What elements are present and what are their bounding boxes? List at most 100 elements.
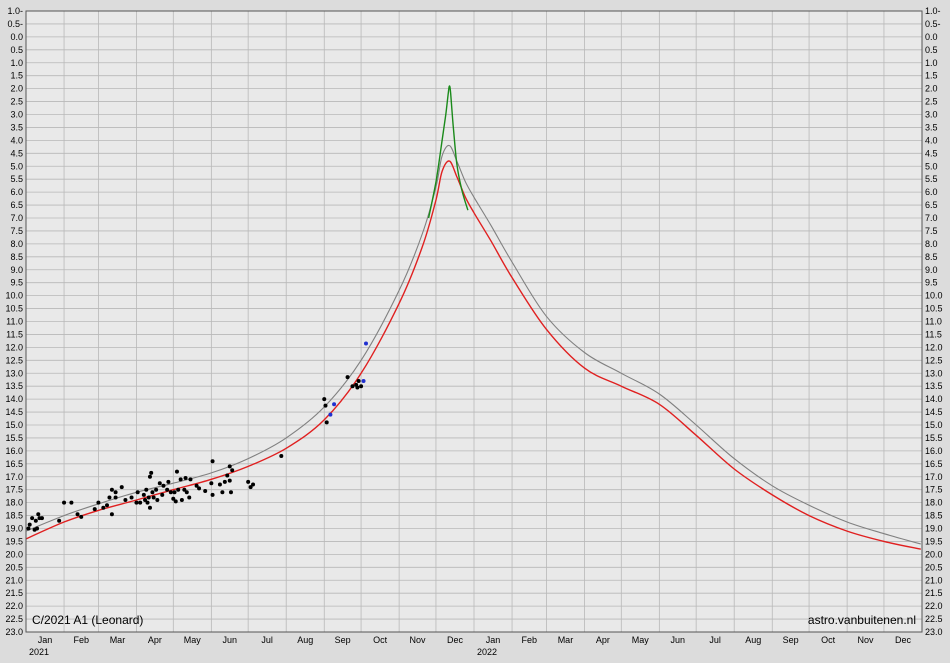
x-month-label: Mar — [558, 635, 574, 645]
y-tick-label-right: 3.0 — [925, 110, 938, 120]
y-tick-label-left: 18.0 — [5, 498, 23, 508]
x-year-label: 2022 — [477, 647, 497, 657]
y-tick-label-left: 8.5 — [10, 252, 23, 262]
x-month-label: Jun — [222, 635, 237, 645]
x-month-label: Dec — [447, 635, 464, 645]
x-month-label: Aug — [297, 635, 313, 645]
y-tick-label-left: 12.5 — [5, 355, 23, 365]
observation-point — [57, 518, 62, 523]
y-tick-label-left: 4.0 — [10, 135, 23, 145]
observation-point — [135, 490, 140, 495]
y-tick-label-right: 8.5 — [925, 252, 938, 262]
x-month-label: Jan — [38, 635, 53, 645]
y-tick-label-left: 0.0 — [10, 32, 23, 42]
observation-point — [166, 479, 171, 484]
y-tick-label-right: 0.5- — [925, 19, 941, 29]
y-tick-label-right: 0.0 — [925, 32, 938, 42]
observation-point — [138, 500, 143, 505]
observation-point — [188, 477, 193, 482]
y-tick-label-left: 8.0 — [10, 239, 23, 249]
x-month-label: Jan — [486, 635, 501, 645]
x-month-label: Sep — [783, 635, 799, 645]
y-tick-label-right: 9.5 — [925, 278, 938, 288]
y-tick-label-right: 10.0 — [925, 291, 943, 301]
y-tick-label-left: 21.0 — [5, 575, 23, 585]
x-month-label: Mar — [110, 635, 126, 645]
y-tick-label-left: 13.5 — [5, 381, 23, 391]
y-tick-label-left: 20.0 — [5, 549, 23, 559]
y-tick-label-right: 5.5 — [925, 174, 938, 184]
y-tick-label-left: 14.0 — [5, 394, 23, 404]
observation-point — [101, 505, 106, 510]
y-tick-label-left: 15.0 — [5, 420, 23, 430]
observation-point — [210, 459, 215, 464]
y-tick-label-left: 4.5 — [10, 148, 23, 158]
observation-point — [149, 470, 154, 475]
observation-point — [150, 490, 155, 495]
y-tick-label-left: 17.0 — [5, 472, 23, 482]
y-tick-label-left: 16.0 — [5, 446, 23, 456]
y-tick-label-right: 6.5 — [925, 200, 938, 210]
y-tick-label-left: 21.5 — [5, 588, 23, 598]
y-tick-label-left: 0.5 — [10, 45, 23, 55]
observation-point — [179, 498, 184, 503]
observation-point — [155, 498, 160, 503]
y-tick-label-left: 16.5 — [5, 459, 23, 469]
observation-point — [168, 490, 173, 495]
observation-point — [172, 490, 177, 495]
y-tick-label-left: 10.0 — [5, 291, 23, 301]
y-tick-label-right: 20.0 — [925, 549, 943, 559]
y-tick-label-right: 1.5 — [925, 71, 938, 81]
y-tick-label-right: 14.0 — [925, 394, 943, 404]
chart-root: 1.0- 1.0- 0.5- 0.5- 0.0 0.0 0.5 0.5 1.0 1.0 1.5 1.5… — [0, 0, 950, 658]
observation-point — [109, 512, 114, 517]
observation-point — [30, 516, 35, 521]
observation-point — [35, 526, 40, 531]
y-tick-label-right: 21.5 — [925, 588, 943, 598]
observation-point — [144, 487, 149, 492]
observation-point — [251, 482, 256, 487]
observation-point — [350, 384, 355, 389]
y-tick-label-left: 13.0 — [5, 368, 23, 378]
y-tick-label-left: 3.5 — [10, 122, 23, 132]
x-month-label: May — [184, 635, 202, 645]
x-month-label: May — [632, 635, 650, 645]
observation-point — [222, 479, 227, 484]
x-month-label: Sep — [335, 635, 351, 645]
y-tick-label-left: 1.5 — [10, 71, 23, 81]
x-month-label: Feb — [521, 635, 537, 645]
y-tick-label-right: 6.0 — [925, 187, 938, 197]
observation-point — [203, 488, 208, 493]
observation-point — [107, 495, 112, 500]
y-tick-label-right: 22.5 — [925, 614, 943, 624]
y-tick-label-right: 9.0 — [925, 265, 938, 275]
observation-point — [187, 495, 192, 500]
y-tick-label-left: 6.5 — [10, 200, 23, 210]
y-tick-label-left: 19.5 — [5, 536, 23, 546]
y-tick-label-right: 4.0 — [925, 135, 938, 145]
observation-point — [356, 379, 361, 384]
y-tick-label-left: 2.5 — [10, 97, 23, 107]
observation-point — [129, 495, 134, 500]
y-tick-label-left: 22.0 — [5, 601, 23, 611]
x-month-label: Apr — [596, 635, 610, 645]
observation-point — [39, 516, 44, 521]
chart-title: C/2021 A1 (Leonard) — [32, 613, 143, 627]
observation-point — [151, 495, 156, 500]
y-tick-label-right: 16.5 — [925, 459, 943, 469]
y-tick-label-right: 12.5 — [925, 355, 943, 365]
observation-point — [323, 403, 328, 408]
y-tick-label-right: 11.5 — [925, 329, 942, 339]
observation-point — [109, 487, 114, 492]
y-tick-label-right: 17.0 — [925, 472, 943, 482]
y-tick-label-left: 14.5 — [5, 407, 23, 417]
observation-point — [147, 505, 152, 510]
x-month-label: Jun — [670, 635, 685, 645]
y-tick-label-right: 5.0 — [925, 161, 938, 171]
x-month-label: Feb — [73, 635, 89, 645]
observation-point — [147, 474, 152, 479]
observation-point — [184, 490, 189, 495]
observation-point — [332, 402, 337, 407]
x-year-label: 2021 — [29, 647, 49, 657]
observation-point — [113, 490, 118, 495]
